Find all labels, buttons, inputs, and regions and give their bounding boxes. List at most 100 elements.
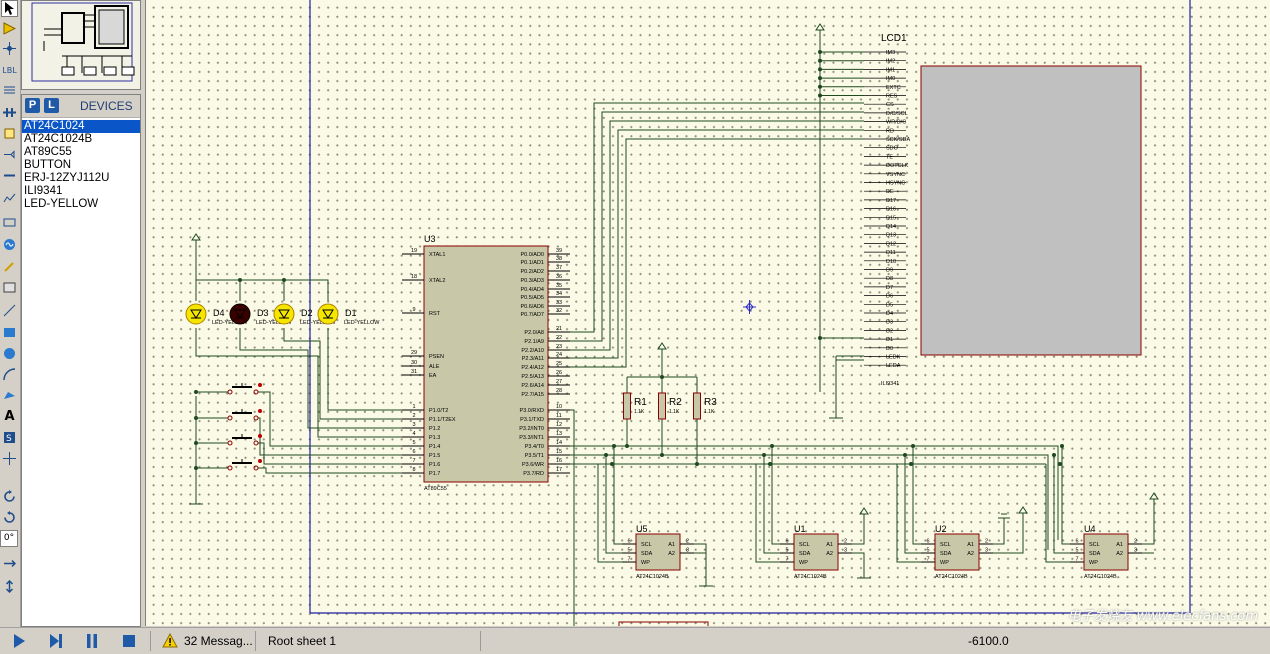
warning-icon[interactable] xyxy=(162,633,180,651)
status-separator xyxy=(150,631,151,651)
graph-icon[interactable] xyxy=(1,190,18,207)
wire-label-icon[interactable]: LBL xyxy=(1,62,18,79)
device-item[interactable]: ILI9341 xyxy=(22,185,140,198)
pin-name: D17 xyxy=(886,198,896,204)
flip-v-icon[interactable] xyxy=(1,578,18,595)
junction-dot xyxy=(1052,453,1056,457)
status-bar: 32 Messag... Root sheet 1 -6100.0 xyxy=(0,627,1270,654)
generator-icon[interactable] xyxy=(1,236,18,253)
lcd1-ili9341[interactable]: LCD1 IM3 IM2 IM1 IM0 EXTC RES CS D/C/SCL WR/D/C RD… xyxy=(864,33,1142,387)
component-ref: U4 xyxy=(1084,524,1096,534)
junction-dot xyxy=(770,444,774,448)
pin-number: 9 xyxy=(412,307,415,313)
pin-name: P2.1/A9 xyxy=(524,339,544,345)
push-button[interactable] xyxy=(227,409,262,421)
overview-window[interactable] xyxy=(21,0,141,90)
push-button[interactable] xyxy=(227,459,262,471)
pin-name: SCL xyxy=(940,542,951,548)
pin-name: A2 xyxy=(826,551,833,557)
device-item[interactable]: AT24C1024B xyxy=(22,133,140,146)
pointer-icon[interactable] xyxy=(1,0,18,17)
probe-icon[interactable] xyxy=(1,258,18,275)
instrument-icon[interactable] xyxy=(1,279,18,296)
text-script-icon[interactable] xyxy=(1,82,18,99)
pin-name: SCL xyxy=(1089,542,1100,548)
device-item[interactable]: AT89C55 xyxy=(22,146,140,159)
circle-icon[interactable] xyxy=(1,345,18,362)
path-icon[interactable] xyxy=(1,387,18,404)
push-button[interactable] xyxy=(227,434,262,446)
status-separator xyxy=(255,631,256,651)
eeprom-u5[interactable]: U5 AT24C1024B 6 SCL 5 SDA 7 WP 2 A1 3 A2 xyxy=(622,524,694,580)
resistor-r2[interactable]: R21.1K xyxy=(658,392,683,420)
pin-name: D12 xyxy=(886,241,896,247)
arc-icon[interactable] xyxy=(1,366,18,383)
text-icon[interactable]: A xyxy=(1,408,18,425)
device-item[interactable]: BUTTON xyxy=(22,159,140,172)
overview-thumbnail xyxy=(22,1,140,89)
component-part: AT24C1024B xyxy=(935,574,968,580)
pin-number: 5 xyxy=(627,548,630,554)
angle-field[interactable]: 0° xyxy=(0,530,18,547)
power-terminal-icon xyxy=(1018,506,1028,519)
pin-number: 29 xyxy=(411,350,417,356)
junction-dot xyxy=(238,278,242,282)
junction-icon[interactable] xyxy=(1,40,18,57)
pin-name: D14 xyxy=(886,224,896,230)
pin-number: 26 xyxy=(556,370,562,376)
terminal-icon[interactable] xyxy=(1,146,18,163)
stop-icon[interactable] xyxy=(120,632,138,650)
device-item[interactable]: ERJ-12ZYJ112U xyxy=(22,172,140,185)
resistor-r3[interactable]: R31.1K xyxy=(693,392,718,420)
pin-number: 5 xyxy=(412,440,415,446)
pin-number: 25 xyxy=(556,361,562,367)
pin-icon[interactable] xyxy=(1,167,18,184)
eeprom-u2[interactable]: U2 AT24C1024B 6 SCL 5 SDA 7 WP 2 A1 3 A2 xyxy=(921,524,993,580)
pin-name: D0 xyxy=(886,346,893,352)
pin-name: SDO xyxy=(886,146,899,152)
eeprom-u1[interactable]: U1 AT24C1024B 6 SCL 5 SDA 7 WP 2 A1 3 A2 xyxy=(780,524,852,580)
tape-icon[interactable] xyxy=(1,214,18,231)
pin-number: 21 xyxy=(556,326,562,332)
pin-name: P0.4/AD4 xyxy=(520,287,544,293)
ground-terminal-icon xyxy=(998,513,1010,519)
ground-terminal-icon xyxy=(857,570,871,579)
wire xyxy=(195,246,329,301)
subcircuit-icon[interactable] xyxy=(1,125,18,142)
pin-name: D4 xyxy=(886,311,893,317)
messages-count[interactable]: 32 Messag... xyxy=(184,631,253,651)
bus-icon[interactable] xyxy=(1,104,18,121)
pick-devices-button[interactable]: P xyxy=(25,98,40,113)
line-icon[interactable] xyxy=(1,302,18,319)
eeprom-u4[interactable]: U4 AT24C1024B 6 SCL 5 SDA 7 WP 2 A1 3 A2 xyxy=(1070,524,1142,580)
component-ref: D4 xyxy=(213,308,225,318)
symbol-icon[interactable]: S xyxy=(1,429,18,446)
library-manager-button[interactable]: L xyxy=(44,98,59,113)
junction-dot xyxy=(903,453,907,457)
rotate-cw-icon[interactable] xyxy=(1,488,18,505)
junction-dot xyxy=(194,390,198,394)
play-icon[interactable] xyxy=(10,632,28,650)
flip-h-icon[interactable] xyxy=(1,555,18,572)
led-d1[interactable]: D1 LED-YELLOW xyxy=(317,303,380,326)
marker-icon[interactable] xyxy=(1,450,18,467)
schematic-canvas[interactable]: U3 AT89C55 19 XTAL1 18 XTAL2 9 RST 29 PSEN 30 ALE 31… xyxy=(145,0,1270,626)
device-item[interactable]: AT24C1024 xyxy=(22,120,140,133)
schematic-drawing[interactable]: U3AT89C5519XTAL118XTAL29RST29PSEN30ALE31… xyxy=(146,0,1270,626)
pin-number: 7 xyxy=(1075,557,1078,563)
junction-dot xyxy=(1060,444,1064,448)
pin-number: 37 xyxy=(556,265,562,271)
pin-number: 22 xyxy=(556,335,562,341)
component-icon[interactable] xyxy=(1,20,18,37)
step-icon[interactable] xyxy=(47,632,65,650)
pin-name: P1.2 xyxy=(429,426,440,432)
component-value: 1.1K xyxy=(634,409,645,415)
u3-microcontroller[interactable]: U3AT89C5519XTAL118XTAL29RST29PSEN30ALE31… xyxy=(402,234,570,492)
resistor-r1[interactable]: R11.1K xyxy=(623,392,648,420)
pause-icon[interactable] xyxy=(83,632,101,650)
box-icon[interactable] xyxy=(1,324,18,341)
sheet-name[interactable]: Root sheet 1 xyxy=(268,631,336,651)
rotate-ccw-icon[interactable] xyxy=(1,509,18,526)
push-button[interactable] xyxy=(227,383,262,395)
device-item[interactable]: LED-YELLOW xyxy=(22,198,140,211)
